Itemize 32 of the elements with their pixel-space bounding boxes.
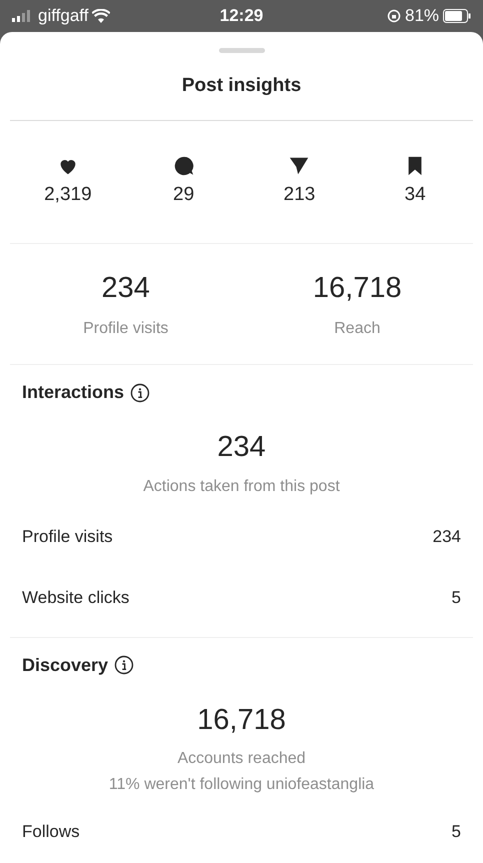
stat-count: 213 <box>284 182 316 207</box>
carrier-name: giffgaff <box>38 5 88 28</box>
rotation-lock-icon <box>386 9 401 23</box>
metric-value: 5 <box>452 587 461 610</box>
stat-count: 2,319 <box>44 182 92 207</box>
section-heading: Interactions <box>22 381 124 404</box>
metric-label: Profile visits <box>22 526 113 548</box>
battery-icon <box>443 9 472 23</box>
wifi-icon <box>92 9 110 23</box>
section-total: 234 <box>217 430 266 465</box>
section-caption: Accounts reached <box>177 749 306 769</box>
summary-value: 16,718 <box>312 271 402 306</box>
section-total: 16,718 <box>197 702 286 738</box>
metric-value: 5 <box>452 821 461 844</box>
section-caption: Actions taken from this post <box>143 476 340 496</box>
stat-count: 34 <box>404 182 426 207</box>
metric-label: Follows <box>22 821 80 844</box>
metric-label: Website clicks <box>22 587 130 610</box>
sheet-title: Post insights <box>182 74 302 98</box>
section-caption: 11% weren't following uniofeastanglia <box>108 775 374 795</box>
summary-value: 234 <box>102 271 150 306</box>
clock-time: 12:29 <box>220 5 264 28</box>
drag-handle[interactable] <box>218 48 264 53</box>
stat-count: 29 <box>173 182 194 207</box>
battery-percentage: 81% <box>404 5 440 28</box>
info-icon[interactable] <box>130 382 150 402</box>
speech-bubble-icon <box>172 154 195 177</box>
summary-label: Reach <box>334 318 380 339</box>
metric-value: 234 <box>432 526 461 548</box>
section-heading: Discovery <box>22 654 108 677</box>
info-icon[interactable] <box>114 655 134 675</box>
summary-label: Profile visits <box>83 318 168 339</box>
